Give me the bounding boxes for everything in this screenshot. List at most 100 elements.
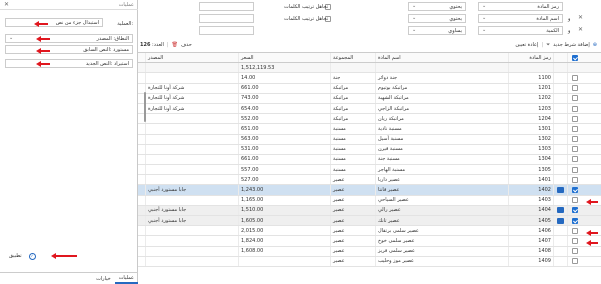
filter-op-1[interactable]: ⌄ يحتوي xyxy=(408,2,466,11)
header-price[interactable]: السعر xyxy=(238,53,330,63)
row-checkbox[interactable] xyxy=(571,125,578,132)
row-checkbox[interactable] xyxy=(571,248,578,255)
header-code[interactable]: رمز المادة xyxy=(508,53,553,63)
row-checkbox[interactable] xyxy=(571,197,578,204)
group-cell: مراتبكة xyxy=(330,93,375,103)
table-row[interactable]: 1,608.00 عصير عصير سلمى فريز 1408 xyxy=(138,246,601,257)
row-checkbox[interactable] xyxy=(571,227,578,234)
close-icon[interactable]: ✕ xyxy=(4,1,9,8)
table-row[interactable]: 527.00 عصير عصير داربا 1401 xyxy=(138,175,601,186)
filter-field-2[interactable]: ⌄ اسم المادة xyxy=(478,14,563,23)
table-row[interactable]: جابا مستورد أجنبي 1,243.00 عصير عصير فانتا 1… xyxy=(138,185,601,196)
scope-label: النطاق: xyxy=(113,35,129,42)
filter-actions: إعادة تعيين | ⏷ إضافة شرط جديد ⊕ xyxy=(515,41,597,48)
filter-op-2[interactable]: ⌄ يحتوي xyxy=(408,14,466,23)
row-checkbox[interactable] xyxy=(571,156,578,163)
table-row[interactable]: 651.00 مسنبة مسنبة نادية 1301 xyxy=(138,124,601,135)
filter-value-1[interactable] xyxy=(199,2,254,11)
filter-row-1: تجاهل ترتيب الكلمات ⌄ يحتوي ⌄ رمز المادة xyxy=(138,0,601,13)
row-checkbox[interactable] xyxy=(571,146,578,153)
price-cell: 527.00 xyxy=(238,175,330,185)
annotation-arrow xyxy=(36,48,50,54)
table-row[interactable]: شركة أونا للتجارة 743.00 مراتبكة مراتبكة ال… xyxy=(138,93,601,104)
row-checkbox[interactable] xyxy=(571,74,578,81)
price-cell: 1,243.00 xyxy=(238,185,330,195)
table-row[interactable]: جابا مستورد أجنبي 1,605.00 عصير عصير تانك 14… xyxy=(138,216,601,227)
filter-conj-3[interactable]: و xyxy=(568,28,570,34)
table-row[interactable]: 2,015.00 عصير عصير سلمى برتقال 1406 xyxy=(138,226,601,237)
source-cell xyxy=(145,195,238,205)
table-row[interactable]: عصير عصير موز وحليب 1409 xyxy=(138,256,601,267)
new-text-input[interactable]: النص الجديد: استيراد xyxy=(5,59,133,68)
group-cell: عصير xyxy=(330,185,375,195)
table-row[interactable]: 1,824.00 عصير عصير سلمى خوخ 1407 xyxy=(138,236,601,247)
annotation-arrow xyxy=(36,36,50,42)
filter-conj-2[interactable]: و xyxy=(568,16,570,22)
reset-button[interactable]: إعادة تعيين xyxy=(515,42,538,48)
row-checkbox[interactable] xyxy=(571,136,578,143)
source-cell: جابا مستورد أجنبي xyxy=(145,216,238,226)
add-filter-button[interactable]: إضافة شرط جديد xyxy=(553,42,590,48)
old-text-input[interactable]: النص السابق: مستورد xyxy=(5,45,133,54)
annotation-arrow xyxy=(51,253,77,259)
filter-value-3[interactable] xyxy=(199,26,254,35)
row-checkbox[interactable] xyxy=(571,115,578,122)
row-checkbox[interactable] xyxy=(571,85,578,92)
table-row[interactable]: شركة أونا للتجارة 654.00 مراتبكة مراتبكة ال… xyxy=(138,103,601,115)
source-cell xyxy=(145,144,238,154)
table-row[interactable]: 531.00 مسنبة مسنبة فيرن 1303 xyxy=(138,144,601,155)
filter-field-1[interactable]: ⌄ رمز المادة xyxy=(478,2,563,11)
header-group[interactable]: المجموعة xyxy=(330,53,375,63)
row-checkbox[interactable] xyxy=(571,187,578,194)
row-checkbox[interactable] xyxy=(571,207,578,214)
group-cell: مراتبكة xyxy=(330,103,375,114)
header-name[interactable]: اسم المادة xyxy=(375,53,508,63)
edit-icon[interactable] xyxy=(557,217,564,224)
filter-field-3[interactable]: ⌄ الكمية xyxy=(478,26,563,35)
add-icon[interactable]: ⊕ xyxy=(593,42,597,48)
trash-icon[interactable]: 🗑 xyxy=(172,42,178,48)
remove-filter-icon[interactable]: ✕ xyxy=(578,15,583,21)
filter-value-2[interactable] xyxy=(199,14,254,23)
operation-select[interactable]: استبدال جزء من نص xyxy=(5,18,103,27)
group-cell: جنة xyxy=(330,73,375,83)
filter-op-3[interactable]: ⌄ يساوي xyxy=(408,26,466,35)
apply-icon[interactable]: ✓ xyxy=(28,252,36,260)
price-cell: 531.00 xyxy=(238,144,330,154)
scrollbar[interactable] xyxy=(144,92,146,122)
row-checkbox[interactable] xyxy=(571,105,578,112)
table-row[interactable]: 661.00 مسنبة مسنبة جنة 1304 xyxy=(138,154,601,166)
table-row[interactable]: 14.00 جنة جنة دوائر 1100 xyxy=(138,73,601,84)
table-row[interactable]: 552.00 مراتبكة مراتبكة ريان 1204 xyxy=(138,114,601,125)
group-cell: مراتبكة xyxy=(330,114,375,124)
row-checkbox[interactable] xyxy=(571,217,578,224)
source-cell xyxy=(145,165,238,175)
total-price: 1,512,119.53 xyxy=(238,63,330,73)
tab-options[interactable]: خيارات xyxy=(92,273,115,284)
row-checkbox[interactable] xyxy=(571,166,578,173)
table-row[interactable]: شركة أونا للتجارة 661.00 مراتبكة مراتبكة بو… xyxy=(138,83,601,94)
annotation-arrow xyxy=(586,199,598,205)
edit-icon[interactable] xyxy=(557,187,564,194)
row-checkbox[interactable] xyxy=(571,258,578,265)
table-row[interactable]: 563.00 مسنبة مسنبة أسيل 1302 xyxy=(138,134,601,145)
delete-button[interactable]: حذف xyxy=(181,42,192,48)
code-cell: 1301 xyxy=(508,124,553,134)
select-all-checkbox[interactable] xyxy=(571,54,578,61)
remove-filter-icon[interactable]: ✕ xyxy=(578,27,583,33)
scope-select[interactable]: ⌄ النطاق: المصدر xyxy=(5,34,133,43)
row-checkbox[interactable] xyxy=(571,176,578,183)
new-text-label: النص الجديد: xyxy=(85,60,113,67)
price-cell: 552.00 xyxy=(238,114,330,124)
tab-operations[interactable]: عمليات xyxy=(114,273,138,284)
edit-icon[interactable] xyxy=(557,207,564,214)
row-checkbox[interactable] xyxy=(571,237,578,244)
ignore-order-label-1: تجاهل ترتيب الكلمات xyxy=(284,4,329,10)
table-row[interactable]: 1,165.00 عصير عصير السياحي 1403 xyxy=(138,195,601,206)
header-source[interactable]: المصدر xyxy=(145,53,238,63)
code-cell: 1305 xyxy=(508,165,553,175)
table-row[interactable]: 557.00 مسنبة مسنبة الهاجر 1305 xyxy=(138,165,601,176)
table-row[interactable]: جابا مستورد أجنبي 1,510.00 عصير عصير رالي 14… xyxy=(138,205,601,216)
row-checkbox[interactable] xyxy=(571,95,578,102)
apply-button[interactable]: تطبيق xyxy=(6,252,25,260)
